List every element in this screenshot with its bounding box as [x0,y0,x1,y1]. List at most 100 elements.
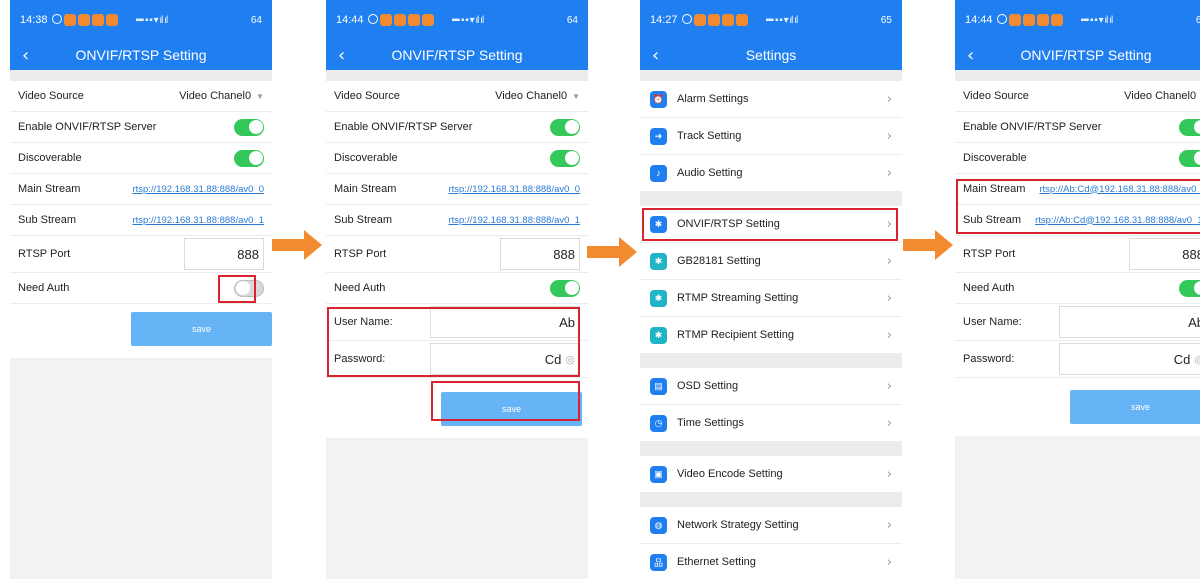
battery-level: 64 [250,14,262,26]
video-source-select[interactable]: Video Chanel0 [1124,90,1196,102]
chevron-right-icon: › [886,290,892,306]
menu-item-label: Video Encode Setting [677,468,783,480]
signal-icons: ▪▪▪ ▪ ▪ ▾ ıl ıl [451,14,485,26]
page-title: Settings [745,47,797,63]
chevron-right-icon: › [886,466,892,482]
menu-item-track[interactable]: ➜ Track Setting › [640,118,902,155]
eye-icon[interactable]: ◎ [1194,353,1200,366]
settings-form: Video Source Video Chanel0 ▼ Enable ONVIF… [10,81,272,358]
need-auth-label: Need Auth [963,282,1015,294]
need-auth-toggle[interactable] [1179,279,1200,297]
enable-server-label: Enable ONVIF/RTSP Server [18,121,157,133]
chevron-right-icon: › [886,91,892,107]
row-video-source[interactable]: Video Source Video Chanel0▼ [326,81,588,112]
rtsp-port-input[interactable]: 888 [184,238,264,270]
enable-server-toggle[interactable] [550,118,580,136]
sub-stream-link[interactable]: rtsp://192.168.31.88:888/av0_1 [132,215,264,226]
menu-item-label: Audio Setting [677,167,743,179]
highlight-box [327,307,580,377]
network-settings-icon: ✱ [650,252,667,270]
discoverable-toggle[interactable] [550,149,580,167]
phone-screen-1: 14:38 ▪▪▪ ▪ ▪ ▾ ıl ıl 64 ‹ ONVIF/RTSP Se… [10,0,272,579]
discoverable-toggle[interactable] [234,149,264,167]
status-time: 14:44 [965,14,993,26]
menu-item-gb28181[interactable]: ✱ GB28181 Setting › [640,243,902,280]
back-arrow-icon[interactable]: ‹ [652,45,659,66]
sub-stream-label: Sub Stream [18,214,77,226]
chevron-right-icon: › [886,378,892,394]
globe-icon: ◍ [650,516,667,534]
row-sub-stream: Sub Stream rtsp://192.168.31.88:888/av0_… [10,205,272,236]
menu-item-label: Ethernet Setting [677,556,756,568]
menu-item-ethernet[interactable]: 品 Ethernet Setting › [640,544,902,579]
video-source-select[interactable]: Video Chanel0 [179,90,251,102]
battery-level: 64 [566,14,578,26]
need-auth-label: Need Auth [334,282,386,294]
menu-item-time[interactable]: ◷ Time Settings › [640,405,902,442]
title-bar: ‹ ONVIF/RTSP Setting [326,40,588,70]
notification-icons [367,14,434,26]
row-discoverable: Discoverable [10,143,272,174]
password-input[interactable]: Cd ◎ [1059,343,1200,375]
back-arrow-icon[interactable]: ‹ [338,45,345,66]
page-title: ONVIF/RTSP Setting [1020,47,1152,63]
video-icon: ▣ [650,465,667,483]
chevron-right-icon: › [886,517,892,533]
sub-stream-label: Sub Stream [334,214,393,226]
status-bar: 14:44 ▪▪▪ ▪ ▪ ▾ ıl ıl 64 [955,0,1200,40]
row-video-source[interactable]: Video Source Video Chanel0▼ [10,81,272,112]
enable-server-toggle[interactable] [234,118,264,136]
menu-item-label: GB28181 Setting [677,255,761,267]
audio-icon: ♪ [650,164,667,182]
title-bar: ‹ ONVIF/RTSP Setting [10,40,272,70]
status-bar: 14:38 ▪▪▪ ▪ ▪ ▾ ıl ıl 64 [10,0,272,40]
menu-item-audio[interactable]: ♪ Audio Setting › [640,155,902,192]
menu-item-label: Track Setting [677,130,742,142]
video-source-label: Video Source [18,90,84,102]
need-auth-label: Need Auth [18,282,70,294]
status-time: 14:38 [20,14,48,26]
discoverable-label: Discoverable [963,152,1027,164]
row-video-source[interactable]: Video Source Video Chanel0▼ [955,81,1200,112]
menu-item-label: Time Settings [677,417,744,429]
discoverable-toggle[interactable] [1179,149,1200,167]
rtsp-port-input[interactable]: 888 [1129,238,1200,270]
page-title: ONVIF/RTSP Setting [391,47,523,63]
menu-item-rtmp-recipient[interactable]: ✱ RTMP Recipient Setting › [640,317,902,354]
main-stream-label: Main Stream [18,183,81,195]
menu-item-network-strategy[interactable]: ◍ Network Strategy Setting › [640,507,902,544]
need-auth-toggle[interactable] [550,279,580,297]
sub-stream-link[interactable]: rtsp://192.168.31.88:888/av0_1 [448,215,580,226]
save-button[interactable]: save [1070,390,1200,424]
back-arrow-icon[interactable]: ‹ [967,45,974,66]
rtsp-port-label: RTSP Port [18,248,71,260]
battery-level: 65 [880,14,892,26]
main-stream-link[interactable]: rtsp://192.168.31.88:888/av0_0 [448,184,580,195]
menu-item-rtmp-streaming[interactable]: ✱ RTMP Streaming Setting › [640,280,902,317]
menu-item-video-encode[interactable]: ▣ Video Encode Setting › [640,456,902,493]
menu-item-label: Alarm Settings [677,93,749,105]
enable-server-toggle[interactable] [1179,118,1200,136]
menu-item-osd[interactable]: ▤ OSD Setting › [640,368,902,405]
main-stream-link[interactable]: rtsp://192.168.31.88:888/av0_0 [132,184,264,195]
status-bar: 14:44 ▪▪▪ ▪ ▪ ▾ ıl ıl 64 [326,0,588,40]
chevron-right-icon: › [886,253,892,269]
row-need-auth: Need Auth [326,273,588,304]
username-label: User Name: [963,316,1022,328]
highlight-box [956,179,1200,234]
chevron-right-icon: › [886,554,892,570]
username-input[interactable]: Ab [1059,306,1200,338]
menu-item-alarm[interactable]: ⏰ Alarm Settings › [640,81,902,118]
notification-icons [681,14,748,26]
video-source-select[interactable]: Video Chanel0 [495,90,567,102]
back-arrow-icon[interactable]: ‹ [22,45,29,66]
row-enable-server: Enable ONVIF/RTSP Server [955,112,1200,143]
save-button[interactable]: save [131,312,272,346]
title-bar: ‹ Settings [640,40,902,70]
network-settings-icon: ✱ [650,289,667,307]
discoverable-label: Discoverable [18,152,82,164]
phone-screen-4: 14:44 ▪▪▪ ▪ ▪ ▾ ıl ıl 64 ‹ ONVIF/RTSP Se… [955,0,1200,579]
rtsp-port-input[interactable]: 888 [500,238,580,270]
network-settings-icon: ✱ [650,326,667,344]
flow-arrow-icon [272,230,322,260]
